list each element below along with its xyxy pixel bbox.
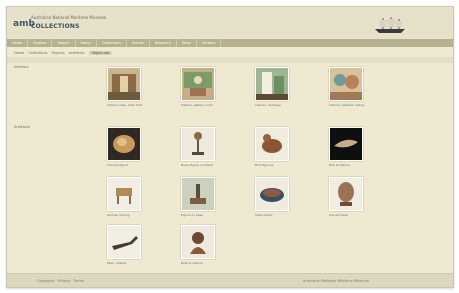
photo-icon[interactable] bbox=[255, 127, 289, 161]
object-caption[interactable]: Animal carving bbox=[107, 213, 151, 217]
object-tile[interactable]: Interior, gallery room bbox=[181, 67, 225, 107]
photo-icon[interactable] bbox=[107, 177, 141, 211]
object-caption[interactable]: Interior, painted ceiling bbox=[329, 103, 373, 107]
nav-item[interactable]: Shop bbox=[177, 39, 197, 47]
nav-item[interactable]: Search bbox=[52, 39, 76, 47]
site-footer: Copyright · Privacy · Terms Australian N… bbox=[7, 273, 453, 287]
object-caption[interactable]: Interior, doorway bbox=[255, 103, 299, 107]
photo-icon[interactable] bbox=[107, 67, 141, 101]
top-link[interactable]: · bbox=[409, 16, 410, 20]
object-tile[interactable]: Carved head bbox=[329, 177, 373, 217]
object-caption[interactable]: Carved head bbox=[329, 213, 373, 217]
top-links: · · · · · bbox=[409, 16, 427, 20]
object-tile[interactable]: Carved object bbox=[107, 127, 151, 167]
browser-frame: amb Australian National Maritime Museum … bbox=[6, 6, 454, 288]
photo-icon[interactable] bbox=[181, 127, 215, 161]
object-caption[interactable]: Shell object bbox=[255, 213, 299, 217]
object-caption[interactable]: Brass figure on stand bbox=[181, 163, 225, 167]
object-caption[interactable]: Bust sculpture bbox=[181, 261, 225, 265]
site-header: amb Australian National Maritime Museum … bbox=[7, 7, 453, 40]
photo-icon[interactable] bbox=[107, 225, 141, 259]
object-tile[interactable]: Shell object bbox=[255, 177, 299, 217]
top-link[interactable]: · bbox=[417, 16, 418, 20]
footer-links[interactable]: Copyright · Privacy · Terms bbox=[37, 279, 84, 283]
divider-band bbox=[7, 57, 453, 63]
breadcrumb: Home Collections Objects Artefacts Objec… bbox=[14, 49, 113, 56]
photo-icon[interactable] bbox=[181, 67, 215, 101]
nav-item[interactable]: Home bbox=[7, 39, 29, 47]
object-tile[interactable]: Animal carving bbox=[107, 177, 151, 217]
breadcrumb-item[interactable]: Objects bbox=[51, 51, 64, 55]
logo-text[interactable]: Australian National Maritime Museum bbox=[31, 15, 106, 20]
object-tile[interactable]: Interior, painted ceiling bbox=[329, 67, 373, 107]
object-tile[interactable]: Bust sculpture bbox=[181, 225, 225, 265]
section-label-artefacts: Artefacts bbox=[14, 125, 30, 129]
logo-subtitle[interactable]: COLLECTIONS bbox=[31, 23, 80, 30]
main-nav: Home Explore Search About Collections Ev… bbox=[7, 39, 453, 47]
nav-item[interactable]: Events bbox=[127, 39, 150, 47]
object-caption[interactable]: Fish sculpture bbox=[329, 163, 373, 167]
photo-icon[interactable] bbox=[255, 177, 289, 211]
photo-icon[interactable] bbox=[107, 127, 141, 161]
top-link[interactable]: · bbox=[426, 16, 427, 20]
photo-icon[interactable] bbox=[329, 177, 363, 211]
breadcrumb-item[interactable]: Collections bbox=[28, 51, 47, 55]
nav-item[interactable]: About bbox=[76, 39, 97, 47]
nav-item[interactable]: Collections bbox=[97, 39, 128, 47]
object-caption[interactable]: Interior, gallery room bbox=[181, 103, 225, 107]
photo-icon[interactable] bbox=[255, 67, 289, 101]
photo-icon[interactable] bbox=[181, 225, 215, 259]
breadcrumb-item[interactable]: Home bbox=[14, 51, 24, 55]
photo-icon[interactable] bbox=[329, 127, 363, 161]
object-caption[interactable]: Carved object bbox=[107, 163, 151, 167]
top-link[interactable]: · bbox=[413, 16, 414, 20]
nav-item[interactable]: Research bbox=[150, 39, 177, 47]
footer-credit: Australian National Maritime Museum bbox=[303, 279, 369, 283]
object-tile[interactable]: Fish sculpture bbox=[329, 127, 373, 167]
object-caption[interactable]: Figure on base bbox=[181, 213, 225, 217]
section-label-interiors: Interiors bbox=[14, 65, 29, 69]
object-tile[interactable]: Pipe / utensil bbox=[107, 225, 151, 265]
breadcrumb-current: Object set bbox=[88, 50, 113, 55]
object-tile[interactable]: Interior view, main hall bbox=[107, 67, 151, 107]
nav-item[interactable]: Explore bbox=[28, 39, 53, 47]
logo-mark[interactable]: amb bbox=[13, 18, 35, 30]
breadcrumb-item[interactable]: Artefacts bbox=[69, 51, 85, 55]
object-tile[interactable]: Figure on base bbox=[181, 177, 225, 217]
nav-item[interactable]: Contact bbox=[197, 39, 222, 47]
top-link[interactable]: · bbox=[421, 16, 422, 20]
object-tile[interactable]: Brass figure on stand bbox=[181, 127, 225, 167]
object-caption[interactable]: Pipe / utensil bbox=[107, 261, 151, 265]
photo-icon[interactable] bbox=[181, 177, 215, 211]
ship-icon bbox=[375, 17, 405, 33]
object-tile[interactable]: Bird figurine bbox=[255, 127, 299, 167]
object-caption[interactable]: Bird figurine bbox=[255, 163, 299, 167]
photo-icon[interactable] bbox=[329, 67, 363, 101]
object-caption[interactable]: Interior view, main hall bbox=[107, 103, 151, 107]
object-tile[interactable]: Interior, doorway bbox=[255, 67, 299, 107]
